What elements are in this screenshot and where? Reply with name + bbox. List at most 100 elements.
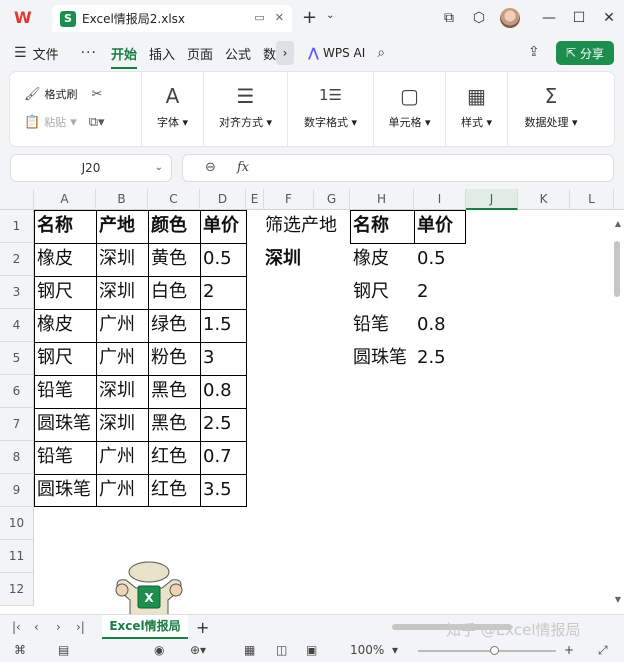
location-icon[interactable]: ⊕▾ [190, 643, 206, 657]
result-header-cell[interactable]: 单价 [414, 210, 453, 242]
more-icon[interactable]: ··· [81, 45, 97, 61]
page-layout-icon[interactable]: ◫ [276, 643, 287, 657]
copy-icon[interactable]: ⧉▾ [89, 115, 105, 130]
table-cell[interactable]: 广州 [96, 342, 135, 374]
col-header-k[interactable]: K [518, 189, 570, 210]
table-cell[interactable]: 钢尺 [34, 342, 73, 374]
col-header-h[interactable]: H [350, 189, 414, 210]
filter-label-cell[interactable]: 筛选产地 [262, 210, 337, 242]
first-sheet-icon[interactable]: |‹ [12, 620, 21, 634]
cloud-upload-icon[interactable]: ⇪ [528, 44, 540, 60]
table-cell[interactable]: 1.5 [200, 309, 232, 341]
table-cell[interactable]: 绿色 [148, 309, 187, 341]
col-header-g[interactable]: G [314, 189, 350, 210]
table-cell[interactable]: 2.5 [200, 408, 232, 440]
row-header[interactable]: 10 [0, 507, 34, 540]
close-window-icon[interactable]: ✕ [594, 10, 624, 26]
table-cell[interactable]: 0.8 [200, 375, 232, 407]
tab-page[interactable]: 页面 [187, 44, 213, 63]
zoom-in-icon[interactable]: + [564, 643, 574, 657]
chevron-down-icon[interactable]: ⌄ [155, 162, 163, 173]
row-header[interactable]: 9 [0, 474, 34, 507]
fx-icon[interactable]: fx [237, 160, 249, 175]
table-cell[interactable]: 橡皮 [34, 243, 73, 275]
result-cell[interactable]: 2.5 [414, 342, 446, 374]
normal-view-icon[interactable]: ▦ [244, 643, 255, 657]
table-cell[interactable]: 3 [200, 342, 214, 374]
add-sheet-icon[interactable]: + [196, 618, 209, 637]
result-cell[interactable]: 橡皮 [350, 243, 389, 275]
table-cell[interactable]: 黄色 [148, 243, 187, 275]
table-cell[interactable]: 深圳 [96, 243, 135, 275]
table-cell[interactable]: 钢尺 [34, 276, 73, 308]
col-header-l[interactable]: L [570, 189, 614, 210]
table-header-cell[interactable]: 颜色 [148, 210, 187, 242]
table-cell[interactable]: 白色 [148, 276, 187, 308]
table-cell[interactable]: 黑色 [148, 408, 187, 440]
table-cell[interactable]: 深圳 [96, 276, 135, 308]
chevron-right-icon[interactable]: › [276, 41, 295, 65]
window-tabs-icon[interactable]: ⧉ [434, 10, 464, 26]
zoom-search-icon[interactable]: ⊖ [205, 160, 216, 175]
table-header-cell[interactable]: 产地 [96, 210, 135, 242]
col-header-d[interactable]: D [200, 189, 246, 210]
format-painter-button[interactable]: 🖌 格式刷 ✂ [24, 86, 106, 102]
formula-input[interactable]: ⊖ fx [182, 154, 614, 182]
row-header[interactable]: 1 [0, 210, 34, 243]
select-all-corner[interactable] [0, 189, 34, 210]
zoom-level[interactable]: 100% [350, 643, 384, 657]
row-header[interactable]: 5 [0, 342, 34, 375]
table-cell[interactable]: 深圳 [96, 375, 135, 407]
row-header[interactable]: 3 [0, 276, 34, 309]
prev-sheet-icon[interactable]: ‹ [34, 620, 39, 634]
eye-protection-icon[interactable]: ◉ [154, 643, 164, 657]
zoom-slider-knob[interactable] [489, 646, 499, 655]
result-header-cell[interactable]: 名称 [350, 210, 389, 242]
table-cell[interactable]: 圆珠笔 [34, 408, 91, 440]
alignment-group[interactable]: ☰ 对齐方式 ▾ [204, 72, 288, 146]
row-header[interactable]: 7 [0, 408, 34, 441]
table-cell[interactable]: 0.7 [200, 441, 232, 473]
tab-insert[interactable]: 插入 [149, 44, 175, 63]
table-cell[interactable]: 红色 [148, 474, 187, 506]
name-box[interactable]: J20 ⌄ [10, 154, 172, 182]
table-cell[interactable]: 红色 [148, 441, 187, 473]
col-header-i[interactable]: I [414, 189, 466, 210]
close-tab-icon[interactable]: ✕ [275, 11, 284, 24]
font-group[interactable]: A 字体 ▾ [142, 72, 204, 146]
table-header-cell[interactable]: 单价 [200, 210, 239, 242]
col-header-b[interactable]: B [96, 189, 148, 210]
table-cell[interactable]: 橡皮 [34, 309, 73, 341]
tab-data[interactable]: 数 [263, 44, 276, 63]
maximize-icon[interactable]: ☐ [564, 10, 594, 26]
row-header[interactable]: 4 [0, 309, 34, 342]
table-cell[interactable]: 广州 [96, 474, 135, 506]
table-cell[interactable]: 铅笔 [34, 441, 73, 473]
table-cell[interactable]: 粉色 [148, 342, 187, 374]
wps-logo-icon[interactable]: W [14, 8, 36, 28]
result-cell[interactable]: 0.5 [414, 243, 446, 275]
vertical-scrollbar[interactable] [614, 241, 620, 297]
scissors-icon[interactable]: ✂ [92, 87, 103, 102]
row-header[interactable]: 6 [0, 375, 34, 408]
cells-group[interactable]: ▢ 单元格 ▾ [374, 72, 446, 146]
page-break-icon[interactable]: ▣ [306, 643, 317, 657]
paste-button[interactable]: 📋 粘贴 ▾ ⧉▾ [24, 114, 109, 130]
search-icon[interactable]: ⌕ [377, 45, 385, 61]
tab-home[interactable]: 开始 [110, 44, 137, 69]
share-button[interactable]: ⇱ 分享 [556, 41, 614, 65]
table-cell[interactable]: 黑色 [148, 375, 187, 407]
fullscreen-icon[interactable]: ⤢ [598, 643, 608, 658]
row-header[interactable]: 12 [0, 573, 34, 606]
table-cell[interactable]: 广州 [96, 309, 135, 341]
minimize-icon[interactable]: — [534, 10, 564, 26]
col-header-e[interactable]: E [246, 189, 264, 210]
new-tab-icon[interactable]: + [302, 7, 317, 28]
document-tab[interactable]: S Excel情报局2.xlsx ▭ ✕ [52, 5, 292, 32]
result-cell[interactable]: 0.8 [414, 309, 446, 341]
zoom-slider[interactable] [418, 650, 556, 652]
cube-icon[interactable]: ⬡ [464, 10, 494, 26]
col-header-c[interactable]: C [148, 189, 200, 210]
hamburger-icon[interactable]: ☰ [14, 45, 27, 61]
scroll-down-icon[interactable]: ▼ [615, 595, 621, 604]
